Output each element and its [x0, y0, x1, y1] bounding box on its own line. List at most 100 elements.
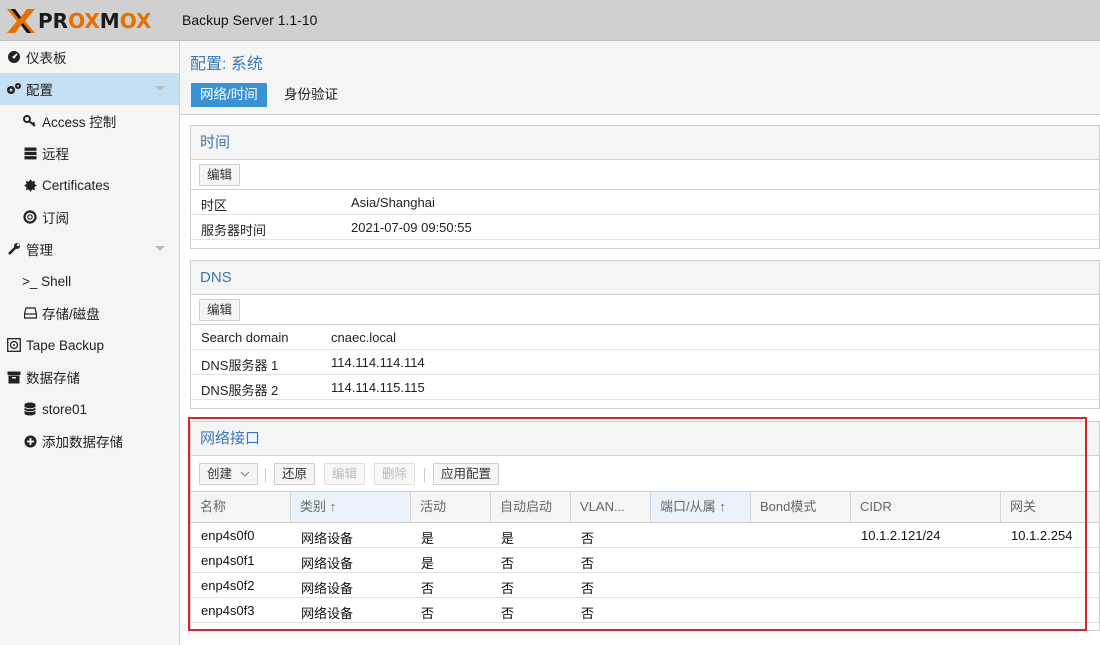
sidebar-item-certificates[interactable]: Certificates: [0, 169, 179, 201]
toolbar-separator: [424, 468, 425, 482]
create-button-label: 创建: [207, 467, 233, 481]
time-panel-title: 时间: [191, 126, 1099, 160]
network-panel: 网络接口 创建 还原 编辑 删除 应用配置 名称 类别 ↑ 活动 自动启动 VL…: [190, 421, 1100, 631]
dns-row-server-2: DNS服务器 2 114.114.115.115: [191, 375, 1099, 400]
network-toolbar: 创建 还原 编辑 删除 应用配置: [191, 456, 1099, 492]
main-content: 配置: 系统 网络/时间 身份验证 时间 编辑 时区 Asia/Shanghai…: [180, 41, 1100, 645]
dns-edit-button[interactable]: 编辑: [199, 299, 241, 321]
edit-button[interactable]: 编辑: [324, 463, 366, 485]
wrench-icon: [6, 241, 22, 257]
col-ports-slaves[interactable]: 端口/从属 ↑: [651, 492, 751, 522]
certificate-icon: [22, 177, 38, 193]
sidebar-item-store01[interactable]: store01: [0, 393, 179, 425]
dns-panel-title: DNS: [191, 261, 1099, 295]
sidebar-item-label: 配置: [26, 83, 53, 98]
table-row[interactable]: enp4s0f3 网络设备 否 否 否: [191, 598, 1099, 623]
cell-name: enp4s0f0: [201, 528, 255, 543]
row-key: 时区: [201, 198, 228, 213]
plus-circle-icon: [22, 433, 38, 449]
server-icon: [22, 145, 38, 161]
cell-autostart: 是: [501, 531, 515, 546]
sidebar-item-label: 数据存储: [26, 371, 80, 386]
row-key: 服务器时间: [201, 223, 267, 238]
sidebar-item-label: >_ Shell: [22, 273, 72, 289]
dns-toolbar: 编辑: [191, 295, 1099, 325]
proxmox-logo[interactable]: PROXMOX: [6, 7, 151, 35]
page-title: 配置: 系统: [190, 56, 263, 73]
col-gateway[interactable]: 网关: [1001, 492, 1100, 522]
cell-gateway: 10.1.2.254: [1011, 528, 1073, 543]
row-value: Asia/Shanghai: [351, 195, 435, 210]
sidebar: 仪表板 配置 Access 控制 远程 Certificates 订阅 管理 >…: [0, 41, 180, 645]
col-cidr[interactable]: CIDR: [851, 492, 1001, 522]
table-row[interactable]: enp4s0f0 网络设备 是 是 否 10.1.2.121/24 10.1.2…: [191, 523, 1099, 548]
top-header: PROXMOX Backup Server 1.1-10: [0, 0, 1100, 41]
archive-icon: [6, 369, 22, 385]
sidebar-item-label: Tape Backup: [26, 337, 105, 353]
product-version: Backup Server 1.1-10: [182, 12, 318, 28]
tab-authentication[interactable]: 身份验证: [275, 83, 347, 107]
cell-cidr: 10.1.2.121/24: [861, 528, 941, 543]
sidebar-item-subscription[interactable]: 订阅: [0, 201, 179, 233]
support-icon: [22, 209, 38, 225]
table-row[interactable]: enp4s0f2 网络设备 否 否 否: [191, 573, 1099, 598]
table-row[interactable]: enp4s0f1 网络设备 是 否 否: [191, 548, 1099, 573]
apply-config-button[interactable]: 应用配置: [433, 463, 500, 485]
database-icon: [22, 401, 38, 417]
gears-icon: [6, 81, 22, 97]
cell-name: enp4s0f2: [201, 578, 255, 593]
network-grid-header: 名称 类别 ↑ 活动 自动启动 VLAN... 端口/从属 ↑ Bond模式 C…: [191, 492, 1099, 523]
time-row-server-time: 服务器时间 2021-07-09 09:50:55: [191, 215, 1099, 240]
time-toolbar: 编辑: [191, 160, 1099, 190]
row-key: Search domain: [201, 330, 289, 345]
sidebar-item-label: 管理: [26, 243, 53, 258]
col-vlan[interactable]: VLAN...: [571, 492, 651, 522]
cell-type: 网络设备: [301, 581, 354, 596]
create-button[interactable]: 创建: [199, 463, 258, 485]
cell-active: 是: [421, 531, 435, 546]
row-key: DNS服务器 2: [201, 383, 279, 398]
cell-type: 网络设备: [301, 556, 354, 571]
cell-name: enp4s0f1: [201, 553, 255, 568]
remove-button[interactable]: 删除: [374, 463, 416, 485]
sidebar-item-dashboard[interactable]: 仪表板: [0, 41, 179, 73]
col-type[interactable]: 类别 ↑: [291, 492, 411, 522]
cell-autostart: 否: [501, 581, 515, 596]
sidebar-item-configuration[interactable]: 配置: [0, 73, 179, 105]
sidebar-item-add-datastore[interactable]: 添加数据存储: [0, 425, 179, 457]
sidebar-item-administration[interactable]: 管理: [0, 233, 179, 265]
tab-network-time[interactable]: 网络/时间: [191, 83, 267, 107]
chevron-down-icon: [240, 471, 249, 477]
cell-active: 否: [421, 606, 435, 621]
hdd-icon: [22, 305, 38, 321]
col-active[interactable]: 活动: [411, 492, 491, 522]
sidebar-item-remotes[interactable]: 远程: [0, 137, 179, 169]
network-panel-title: 网络接口: [191, 422, 1099, 456]
key-icon: [22, 113, 38, 129]
sidebar-item-shell[interactable]: >_ Shell: [0, 265, 179, 297]
cell-autostart: 否: [501, 556, 515, 571]
cell-name: enp4s0f3: [201, 603, 255, 618]
revert-button[interactable]: 还原: [274, 463, 316, 485]
col-autostart[interactable]: 自动启动: [491, 492, 571, 522]
cell-active: 是: [421, 556, 435, 571]
chevron-down-icon[interactable]: [155, 246, 165, 251]
chevron-down-icon[interactable]: [155, 86, 165, 91]
sidebar-item-label: 远程: [42, 147, 69, 162]
col-name[interactable]: 名称: [191, 492, 291, 522]
time-panel: 时间 编辑 时区 Asia/Shanghai 服务器时间 2021-07-09 …: [190, 125, 1100, 249]
sidebar-item-access-control[interactable]: Access 控制: [0, 105, 179, 137]
sidebar-item-label: Certificates: [42, 177, 110, 193]
sidebar-item-datastore[interactable]: 数据存储: [0, 361, 179, 393]
row-value: 114.114.115.115: [331, 380, 425, 395]
cell-type: 网络设备: [301, 606, 354, 621]
row-key: DNS服务器 1: [201, 358, 279, 373]
cell-vlan: 否: [581, 556, 595, 571]
row-value: 114.114.114.114: [331, 355, 425, 370]
dashboard-icon: [6, 49, 22, 65]
col-bond-mode[interactable]: Bond模式: [751, 492, 851, 522]
time-edit-button[interactable]: 编辑: [199, 164, 241, 186]
logo-wordmark: PROXMOX: [38, 9, 152, 33]
sidebar-item-tape-backup[interactable]: Tape Backup: [0, 329, 179, 361]
sidebar-item-storage-disks[interactable]: 存储/磁盘: [0, 297, 179, 329]
